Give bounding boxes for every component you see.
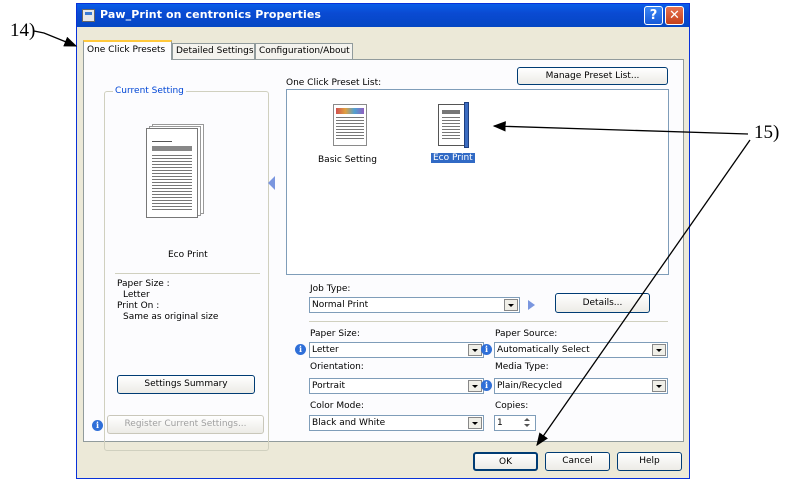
tab-label: One Click Presets [87, 45, 166, 55]
annotation-arrows [33, 30, 751, 447]
arrow-15-eco [492, 121, 749, 135]
tab-one-click-presets[interactable]: One Click Presets [83, 40, 172, 60]
arrow-15-ok [536, 139, 751, 447]
arrow-14 [33, 30, 78, 47]
